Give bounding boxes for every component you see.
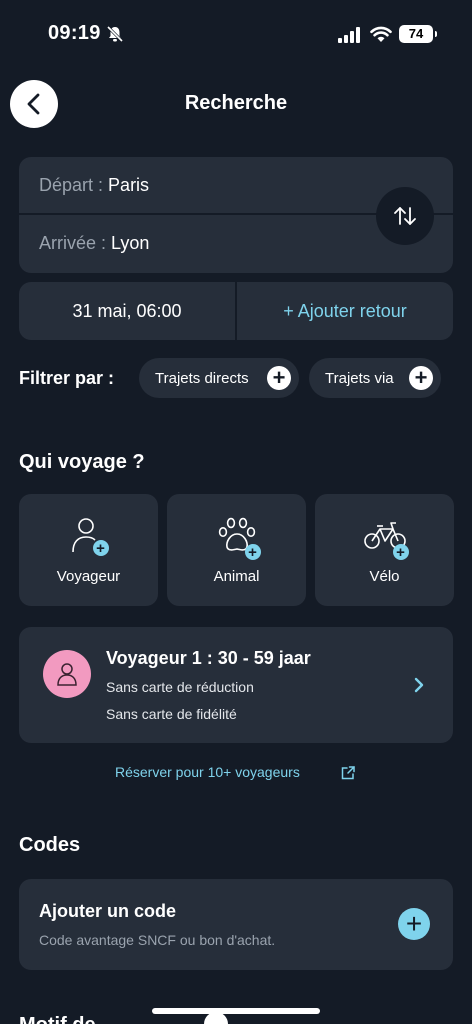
external-link-icon[interactable] bbox=[340, 765, 356, 781]
plus-badge-icon: + bbox=[92, 540, 109, 556]
add-code-button[interactable]: + bbox=[398, 908, 430, 940]
plus-badge-icon: + bbox=[244, 544, 261, 560]
arrival-field[interactable]: Arrivée : Lyon bbox=[39, 233, 149, 254]
tile-label: Animal bbox=[213, 568, 260, 585]
add-return-button[interactable]: + Ajouter retour bbox=[237, 301, 453, 322]
status-time: 09:19 bbox=[48, 22, 101, 44]
bike-add-icon: + bbox=[363, 514, 409, 560]
bell-off-icon bbox=[106, 25, 124, 43]
plus-icon: + bbox=[267, 366, 291, 390]
swap-stations-button[interactable] bbox=[376, 187, 434, 245]
page-title: Recherche bbox=[184, 92, 288, 114]
arrival-label: Arrivée : bbox=[39, 233, 107, 253]
add-traveler-tile[interactable]: + Voyageur bbox=[19, 494, 158, 606]
add-bike-tile[interactable]: + Vélo bbox=[315, 494, 454, 606]
person-add-icon: + bbox=[67, 514, 111, 558]
add-animal-tile[interactable]: + Animal bbox=[167, 494, 306, 606]
tile-label: Vélo bbox=[369, 568, 400, 585]
swap-arrows-icon bbox=[394, 207, 416, 225]
paw-add-icon: + bbox=[215, 514, 261, 560]
filter-label: Filtrer par : bbox=[19, 368, 115, 388]
home-indicator bbox=[152, 1008, 320, 1014]
outbound-date-button[interactable]: 31 mai, 06:00 bbox=[19, 301, 235, 322]
add-code-title: Ajouter un code bbox=[39, 901, 177, 921]
reason-section-title: Motif de bbox=[19, 1014, 96, 1024]
plus-icon: + bbox=[409, 366, 433, 390]
plus-icon: + bbox=[405, 908, 423, 939]
wifi-icon bbox=[370, 26, 392, 42]
departure-label: Départ : bbox=[39, 175, 104, 195]
tile-label: Voyageur bbox=[56, 568, 121, 585]
chevron-right-icon bbox=[414, 677, 424, 693]
reserve-group-link[interactable]: Réserver pour 10+ voyageurs bbox=[115, 764, 300, 780]
avatar bbox=[43, 650, 91, 698]
departure-value: Paris bbox=[108, 175, 150, 195]
filter-chip-via[interactable]: Trajets via + bbox=[309, 358, 441, 398]
filter-chip-label: Trajets via bbox=[325, 369, 394, 387]
codes-title: Codes bbox=[19, 834, 81, 856]
person-icon bbox=[57, 663, 77, 686]
who-travels-title: Qui voyage ? bbox=[19, 451, 145, 473]
filter-chip-label: Trajets directs bbox=[155, 369, 249, 387]
arrival-value: Lyon bbox=[111, 233, 150, 253]
passenger-title: Voyageur 1 : 30 - 59 jaar bbox=[106, 648, 311, 668]
departure-field[interactable]: Départ : Paris bbox=[39, 175, 149, 196]
plus-badge-icon: + bbox=[392, 544, 409, 560]
add-code-card[interactable] bbox=[19, 879, 453, 970]
add-code-subtitle: Code avantage SNCF ou bon d'achat. bbox=[39, 932, 276, 948]
signal-icon bbox=[338, 27, 360, 43]
filter-chip-direct[interactable]: Trajets directs + bbox=[139, 358, 299, 398]
reduction-card-status: Sans carte de réduction bbox=[106, 679, 254, 695]
battery-indicator: 74 bbox=[399, 25, 437, 43]
fidelity-card-status: Sans carte de fidélité bbox=[106, 706, 237, 722]
